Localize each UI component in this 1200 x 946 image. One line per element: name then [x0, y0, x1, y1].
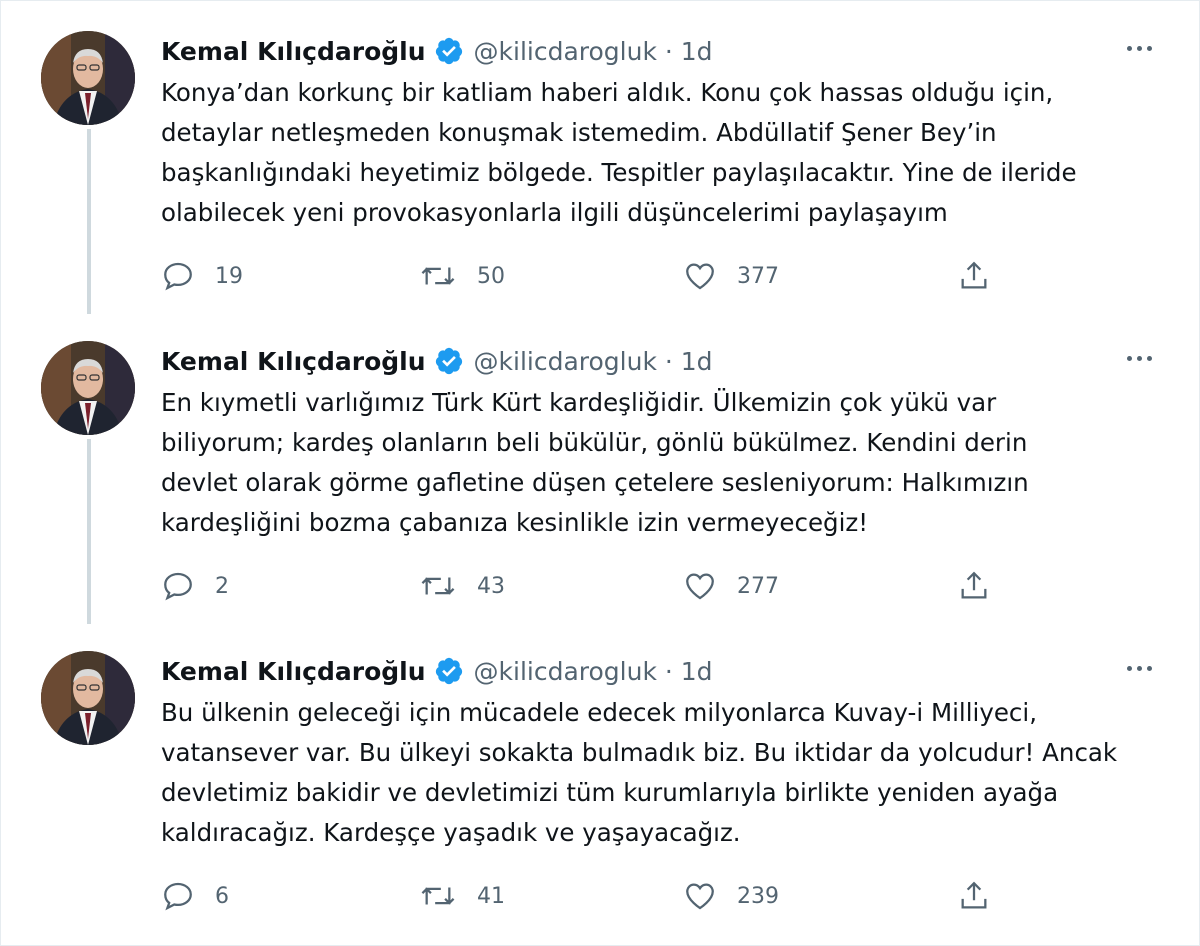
avatar[interactable] — [41, 341, 135, 435]
author-name[interactable]: Kemal Kılıçdaroğlu — [161, 37, 426, 66]
tweet-text: En kıymetli varlığımız Türk Kürt kardeşl… — [161, 388, 1029, 537]
share-icon — [961, 261, 987, 289]
like-count: 277 — [737, 573, 779, 599]
like-count: 377 — [737, 263, 779, 289]
reply-button[interactable]: 2 — [161, 564, 229, 608]
tweet-header: Kemal Kılıçdaroğlu @kilicdarogluk · 1d — [161, 31, 713, 71]
author-handle-and-time[interactable]: @kilicdarogluk · 1d — [474, 657, 713, 686]
retweet-icon — [421, 887, 455, 905]
share-icon — [961, 881, 987, 909]
reply-count: 6 — [215, 883, 229, 909]
heart-icon — [686, 263, 714, 290]
author-name[interactable]: Kemal Kılıçdaroğlu — [161, 657, 426, 686]
reply-count: 2 — [215, 573, 229, 599]
retweet-count: 43 — [477, 573, 505, 599]
share-button[interactable] — [957, 874, 991, 918]
more-options-icon[interactable] — [1119, 33, 1159, 63]
like-button[interactable]: 377 — [683, 254, 779, 298]
reply-icon — [164, 262, 192, 291]
tweet-actions: 6 41 239 — [161, 874, 1001, 918]
thread-connector — [87, 129, 91, 314]
more-options-icon[interactable] — [1119, 343, 1159, 373]
retweet-icon — [421, 577, 455, 595]
like-button[interactable]: 277 — [683, 564, 779, 608]
verified-badge-icon — [434, 656, 464, 686]
retweet-button[interactable]: 43 — [419, 564, 505, 608]
share-button[interactable] — [957, 254, 991, 298]
verified-badge-icon — [434, 346, 464, 376]
more-options-icon[interactable] — [1119, 653, 1159, 683]
like-button[interactable]: 239 — [683, 874, 779, 918]
avatar[interactable] — [41, 31, 135, 125]
retweet-button[interactable]: 41 — [419, 874, 505, 918]
tweet[interactable]: Kemal Kılıçdaroğlu @kilicdarogluk · 1d K… — [1, 1, 1199, 314]
verified-badge-icon — [434, 36, 464, 66]
like-count: 239 — [737, 883, 779, 909]
tweet-text: Bu ülkenin geleceği için mücadele edecek… — [161, 698, 1118, 847]
tweet-header: Kemal Kılıçdaroğlu @kilicdarogluk · 1d — [161, 651, 713, 691]
share-icon — [961, 571, 987, 599]
tweet[interactable]: Kemal Kılıçdaroğlu @kilicdarogluk · 1d E… — [1, 311, 1199, 624]
retweet-count: 50 — [477, 263, 505, 289]
author-handle-and-time[interactable]: @kilicdarogluk · 1d — [474, 347, 713, 376]
author-name[interactable]: Kemal Kılıçdaroğlu — [161, 347, 426, 376]
retweet-button[interactable]: 50 — [419, 254, 505, 298]
reply-icon — [164, 572, 192, 601]
reply-button[interactable]: 19 — [161, 254, 243, 298]
tweet-actions: 2 43 277 — [161, 564, 1001, 608]
thread-connector — [87, 439, 91, 624]
tweet[interactable]: Kemal Kılıçdaroğlu @kilicdarogluk · 1d B… — [1, 621, 1199, 931]
share-button[interactable] — [957, 564, 991, 608]
avatar[interactable] — [41, 651, 135, 745]
reply-count: 19 — [215, 263, 243, 289]
thread-container: Kemal Kılıçdaroğlu @kilicdarogluk · 1d K… — [0, 0, 1200, 946]
heart-icon — [686, 883, 714, 910]
tweet-header: Kemal Kılıçdaroğlu @kilicdarogluk · 1d — [161, 341, 713, 381]
reply-icon — [164, 882, 192, 911]
heart-icon — [686, 573, 714, 600]
retweet-icon — [421, 267, 455, 285]
tweet-text: Konya’dan korkunç bir katliam haberi ald… — [161, 78, 1077, 227]
tweet-actions: 19 50 377 — [161, 254, 1001, 298]
author-handle-and-time[interactable]: @kilicdarogluk · 1d — [474, 37, 713, 66]
retweet-count: 41 — [477, 883, 505, 909]
reply-button[interactable]: 6 — [161, 874, 229, 918]
